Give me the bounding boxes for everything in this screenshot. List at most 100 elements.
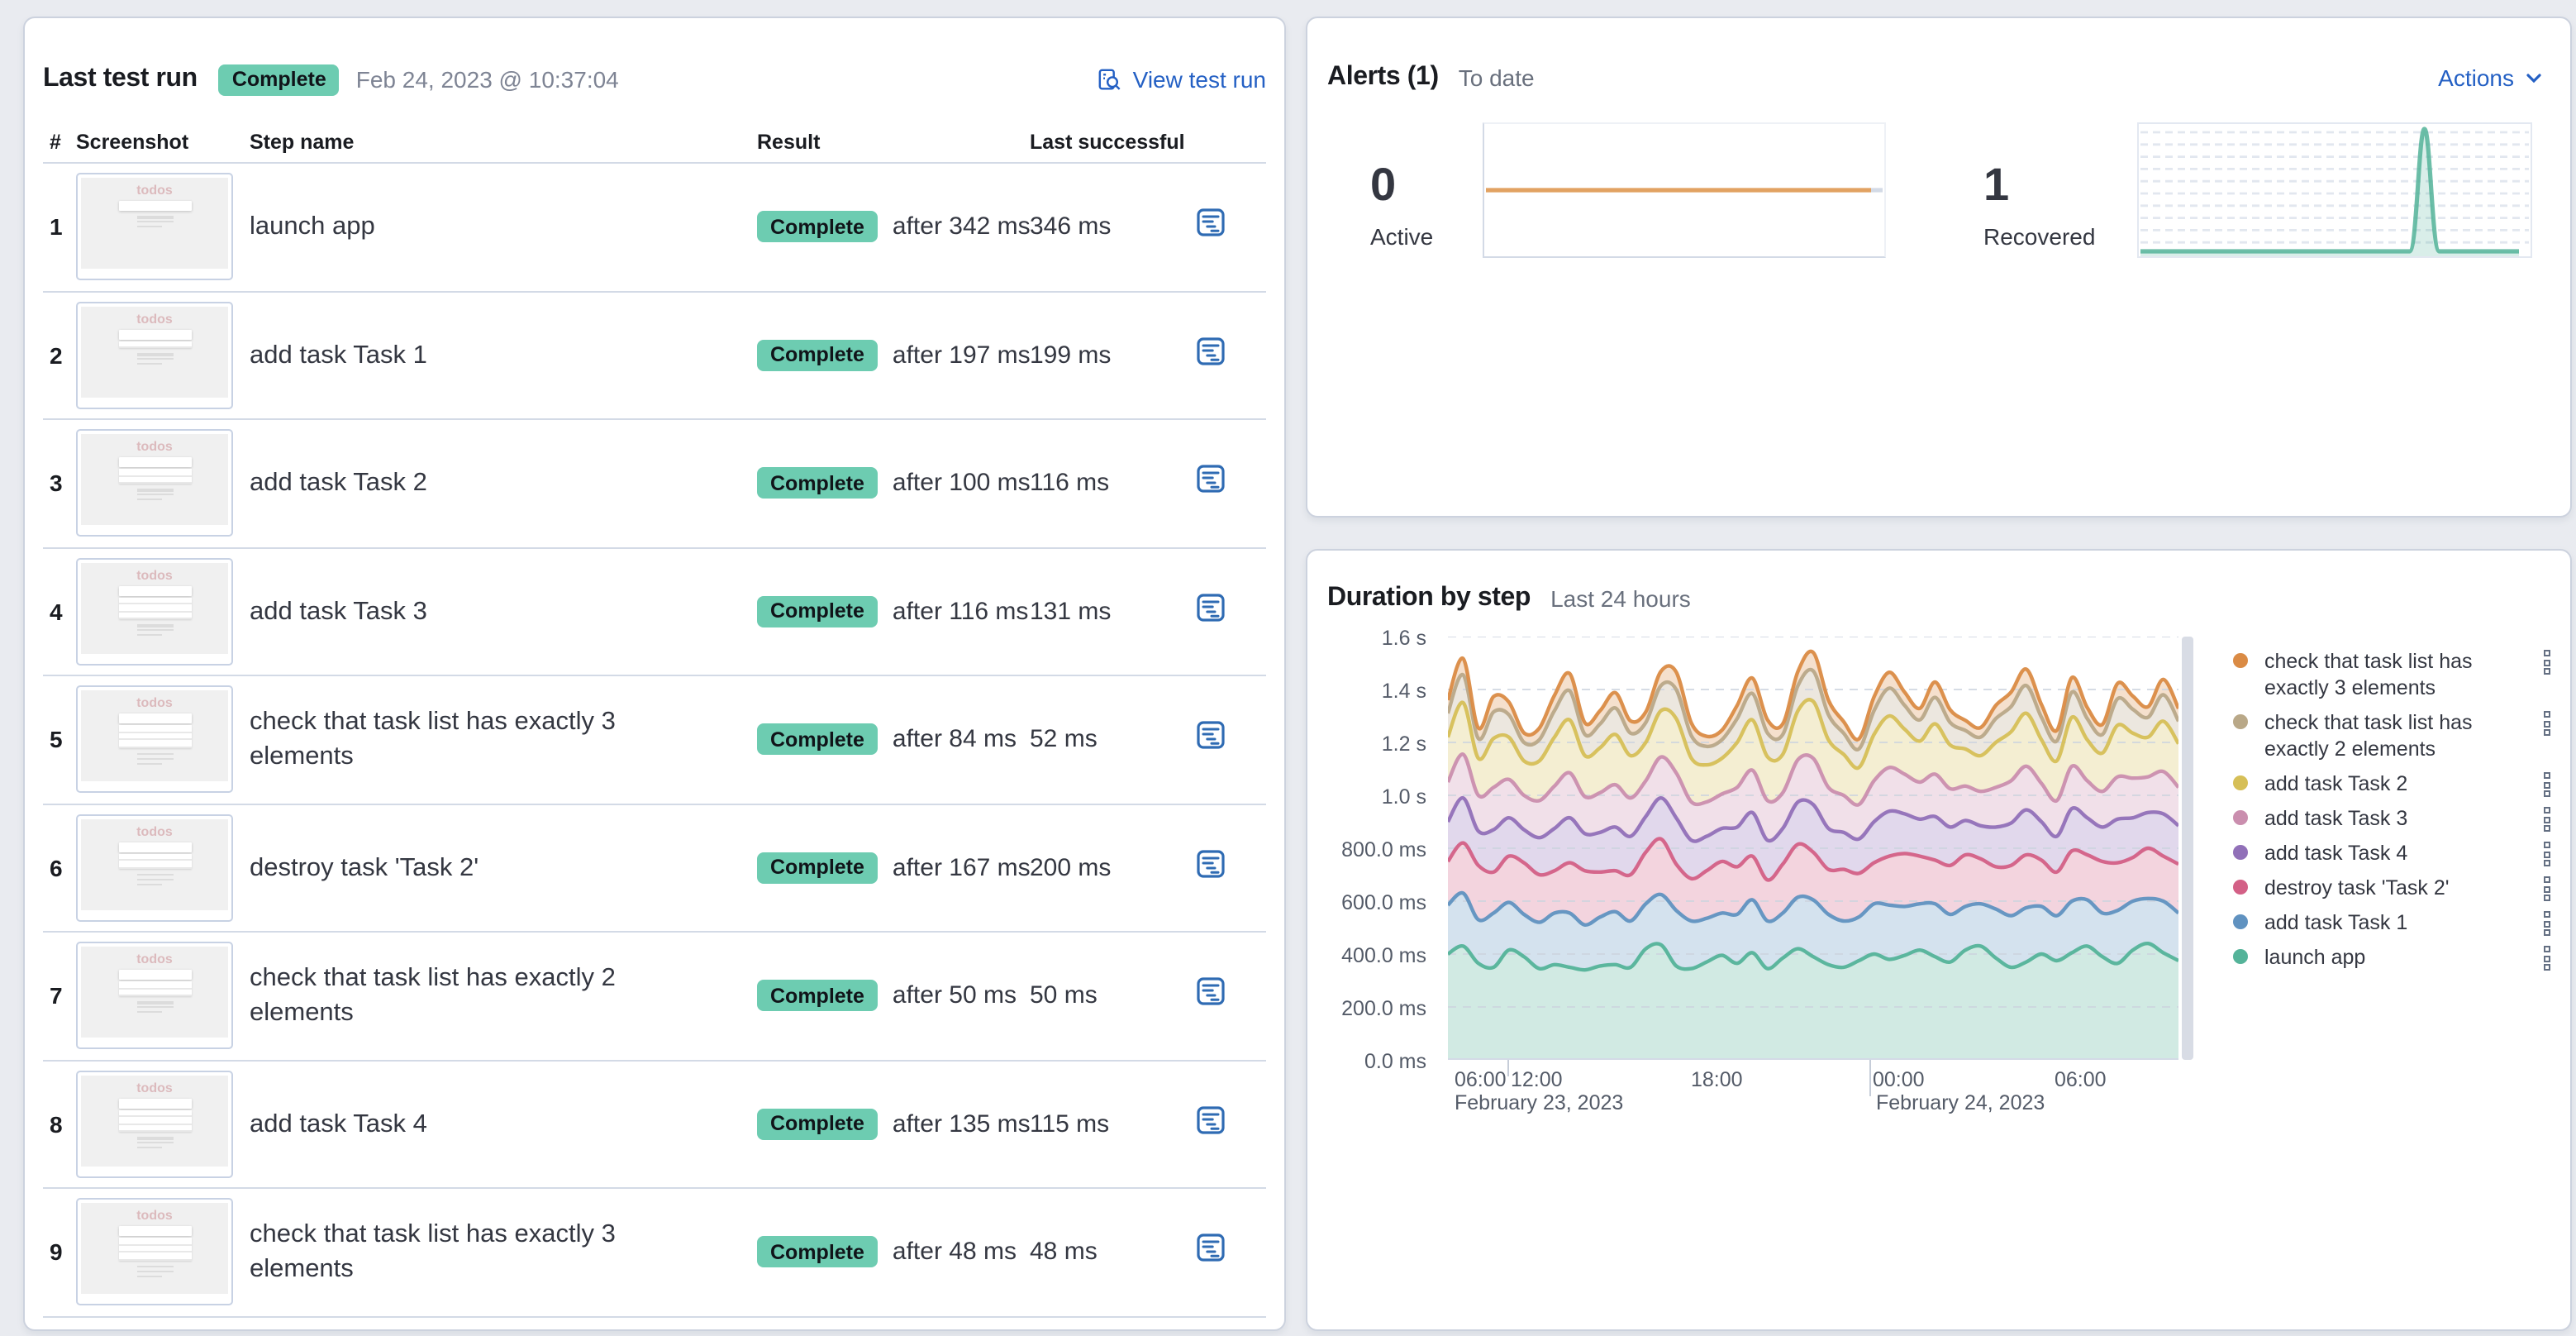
step-result-cell: Complete after 342 ms [757, 211, 1031, 243]
legend-item[interactable]: add task Task 3 [2233, 800, 2557, 835]
step-table-row: 6 todos destroy task 'Task 2' Complete a… [43, 804, 1266, 933]
alerts-subtitle: To date [1458, 64, 1535, 91]
step-status-badge: Complete [757, 980, 878, 1012]
alerts-actions-button[interactable]: Actions [2438, 64, 2544, 91]
step-table-row: 1 todos launch app Complete after 342 ms… [43, 164, 1266, 292]
step-details-button[interactable] [1197, 1233, 1225, 1271]
step-details-button[interactable] [1197, 208, 1225, 246]
legend-item[interactable]: add task Task 1 [2233, 904, 2557, 939]
step-table-row: 2 todos add task Task 1 Complete after 1… [43, 292, 1266, 420]
legend-item-options-icon[interactable] [2544, 842, 2550, 866]
thumbnail-input-bar [118, 457, 191, 468]
step-last-successful: 48 ms [1030, 1238, 1098, 1267]
legend-item[interactable]: add task Task 4 [2233, 835, 2557, 870]
y-axis-tick-label: 200.0 ms [1341, 997, 1426, 1020]
legend-item-label: add task Task 4 [2264, 841, 2408, 864]
step-status-badge: Complete [757, 595, 878, 627]
step-last-successful: 52 ms [1030, 725, 1098, 754]
col-header-screenshot: Screenshot [76, 131, 189, 154]
legend-item-options-icon[interactable] [2544, 772, 2550, 797]
trace-timeline-icon [1197, 721, 1225, 750]
step-screenshot-thumbnail[interactable]: todos [76, 429, 233, 537]
legend-item[interactable]: destroy task 'Task 2' [2233, 870, 2557, 904]
trace-timeline-icon [1197, 1233, 1225, 1262]
step-screenshot-thumbnail[interactable]: todos [76, 685, 233, 794]
step-details-button[interactable] [1197, 977, 1225, 1014]
run-status-badge: Complete [218, 64, 340, 95]
step-table-row: 4 todos add task Task 3 Complete after 1… [43, 548, 1266, 676]
step-screenshot-thumbnail[interactable]: todos [76, 942, 233, 1050]
step-name: check that task list has exactly 2 eleme… [250, 964, 616, 1028]
step-last-successful: 199 ms [1030, 341, 1112, 370]
step-number: 8 [50, 1110, 63, 1138]
legend-color-dot [2233, 949, 2248, 964]
legend-item[interactable]: add task Task 2 [2233, 766, 2557, 800]
y-axis-tick-label: 400.0 ms [1341, 944, 1426, 967]
legend-item-label: add task Task 3 [2264, 806, 2408, 829]
step-details-button[interactable] [1197, 1105, 1225, 1143]
step-details-button[interactable] [1197, 465, 1225, 502]
active-alerts-count: 0 [1370, 159, 1397, 210]
legend-item-options-icon[interactable] [2544, 650, 2550, 675]
step-last-successful: 115 ms [1030, 1109, 1110, 1138]
alerts-title: Alerts (1) [1327, 63, 1439, 91]
step-last-successful: 116 ms [1030, 469, 1110, 498]
step-status-badge: Complete [757, 723, 878, 756]
step-result-cell: Complete after 167 ms [757, 852, 1031, 884]
step-result-cell: Complete after 197 ms [757, 339, 1031, 371]
thumbnail-app-title: todos [136, 952, 173, 967]
legend-item-options-icon[interactable] [2544, 807, 2550, 832]
step-result-cell: Complete after 48 ms [757, 1236, 1017, 1268]
duration-chart-plot[interactable] [1445, 636, 2181, 1060]
legend-color-dot [2233, 714, 2248, 729]
legend-item[interactable]: launch app [2233, 939, 2557, 974]
trace-timeline-icon [1197, 208, 1225, 237]
legend-item[interactable]: check that task list has exactly 3 eleme… [2233, 643, 2557, 704]
view-test-run-label: View test run [1132, 66, 1266, 93]
step-screenshot-thumbnail[interactable]: todos [76, 1198, 233, 1306]
inspect-icon [1099, 68, 1121, 89]
step-status-badge: Complete [757, 1108, 878, 1140]
legend-item-options-icon[interactable] [2544, 946, 2550, 971]
duration-header: Duration by step Last 24 hours [1327, 584, 1691, 613]
legend-item-options-icon[interactable] [2544, 711, 2550, 736]
synthetics-overview-page: Last test run Complete Feb 24, 2023 @ 10… [0, 0, 2576, 1336]
step-details-button[interactable] [1197, 849, 1225, 886]
legend-item-label: add task Task 2 [2264, 771, 2408, 794]
duration-subtitle: Last 24 hours [1550, 585, 1691, 612]
step-details-button[interactable] [1197, 593, 1225, 630]
thumbnail-app-title: todos [136, 1208, 173, 1224]
step-duration-text: after 48 ms [892, 1238, 1017, 1267]
step-screenshot-thumbnail[interactable]: todos [76, 557, 233, 666]
view-test-run-link[interactable]: View test run [1098, 66, 1266, 93]
last-test-run-header: Last test run Complete Feb 24, 2023 @ 10… [43, 58, 1266, 101]
step-details-button[interactable] [1197, 336, 1225, 374]
trace-timeline-icon [1197, 977, 1225, 1006]
x-axis-tick-label: 00:00 [1873, 1068, 1925, 1091]
thumbnail-app-title: todos [136, 1080, 173, 1095]
step-duration-text: after 197 ms [892, 341, 1031, 370]
thumbnail-app-title: todos [136, 439, 173, 455]
step-screenshot-thumbnail[interactable]: todos [76, 1070, 233, 1178]
alerts-panel: Alerts (1) To date Actions 0 Active 1 Re… [1306, 17, 2572, 518]
y-axis-tick-label: 1.2 s [1381, 732, 1426, 756]
step-result-cell: Complete after 135 ms [757, 1108, 1031, 1140]
trace-timeline-icon [1197, 465, 1225, 494]
step-table-row: 5 todos check that task list has exactly… [43, 676, 1266, 804]
step-details-button[interactable] [1197, 721, 1225, 758]
step-last-successful: 200 ms [1030, 853, 1112, 882]
legend-item[interactable]: check that task list has exactly 2 eleme… [2233, 704, 2557, 766]
legend-item-options-icon[interactable] [2544, 876, 2550, 901]
alerts-actions-label: Actions [2438, 64, 2514, 91]
last-test-run-panel: Last test run Complete Feb 24, 2023 @ 10… [23, 17, 1286, 1331]
step-status-badge: Complete [757, 852, 878, 884]
step-screenshot-thumbnail[interactable]: todos [76, 173, 233, 281]
y-axis-tick-label: 1.6 s [1381, 627, 1426, 650]
step-status-badge: Complete [757, 211, 878, 243]
step-screenshot-thumbnail[interactable]: todos [76, 301, 233, 409]
step-screenshot-thumbnail[interactable]: todos [76, 814, 233, 922]
step-result-cell: Complete after 116 ms [757, 595, 1028, 627]
duration-title: Duration by step [1327, 584, 1531, 612]
trace-timeline-icon [1197, 593, 1225, 622]
legend-item-options-icon[interactable] [2544, 911, 2550, 936]
